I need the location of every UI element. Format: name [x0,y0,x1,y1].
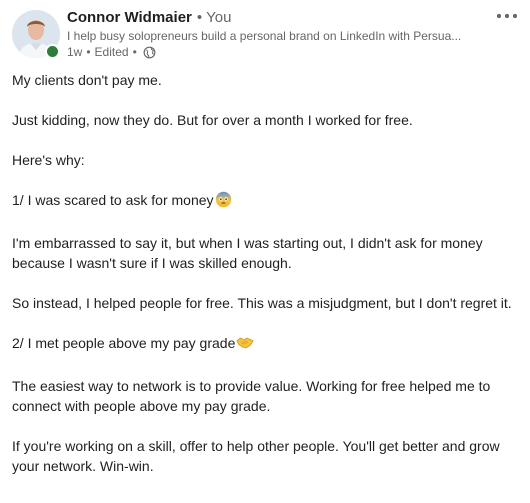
post-paragraph-with-emoji: 1/ I was scared to ask for money [12,190,524,213]
post-time[interactable]: 1w [67,45,82,59]
post-text: 1/ I was scared to ask for money [12,192,214,208]
post-paragraph: Here's why: [12,152,85,168]
post-paragraph: If you're working on a skill, offer to h… [12,438,500,474]
post-header: Connor Widmaier • You I help busy solopren… [0,0,530,70]
more-options-button[interactable] [494,6,520,26]
globe-icon [143,46,156,59]
bullet-separator: • [86,45,91,59]
post-paragraph: I'm embarrassed to say it, but when I wa… [12,235,483,271]
post-text: 2/ I met people above my pay grade [12,335,236,351]
post-paragraph: My clients don't pay me. [12,72,162,88]
post-paragraph: So instead, I helped people for free. Th… [12,295,512,311]
edited-label: Edited [94,45,129,59]
author-headline: I help busy solopreneurs build a persona… [67,29,462,43]
fearful-face-emoji [215,191,232,213]
handshake-emoji [236,334,255,356]
online-status-dot [45,44,60,59]
post-paragraph-with-emoji: 2/ I met people above my pay grade [12,333,524,356]
post-meta: 1w • Edited • [67,45,156,59]
bullet-separator: • [196,9,203,26]
post-body: My clients don't pay me. Just kidding, n… [12,70,524,476]
relation-label: You [206,9,232,26]
author-name[interactable]: Connor Widmaier [67,9,192,26]
bullet-separator: • [132,45,137,59]
post-paragraph: Just kidding, now they do. But for over … [12,112,413,128]
author-line: Connor Widmaier • You [67,9,231,27]
three-dots-icon [496,13,518,19]
post-paragraph: The easiest way to network is to provide… [12,378,491,414]
